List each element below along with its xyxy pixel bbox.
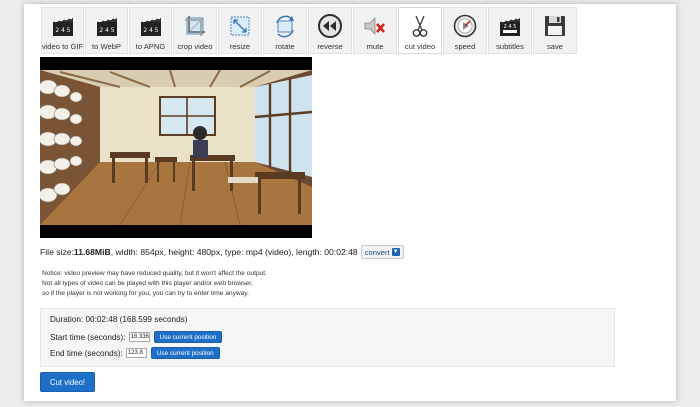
convert-button[interactable]: convert ▼ xyxy=(360,245,404,259)
player-notice: Notice: video preview may have reduced q… xyxy=(42,269,267,299)
tool-subtitles[interactable]: 2 4 5 subtitles xyxy=(488,7,532,54)
end-time-label: End time (seconds): xyxy=(50,348,123,358)
floppy-disk-icon xyxy=(545,16,565,36)
notice-line: so if the player is not working for you,… xyxy=(42,290,249,297)
svg-text:2 4 5: 2 4 5 xyxy=(55,27,70,34)
video-frame-scene xyxy=(40,69,312,226)
rewind-icon xyxy=(318,14,342,38)
tool-label: video to GIF xyxy=(41,42,84,51)
tool-label: save xyxy=(546,42,564,51)
start-time-label: Start time (seconds): xyxy=(50,332,126,342)
end-use-current-button[interactable]: Use current position xyxy=(150,347,220,359)
video-preview[interactable] xyxy=(40,57,312,238)
file-size-prefix: File size: xyxy=(40,247,74,257)
tool-label: crop video xyxy=(177,42,213,51)
crop-icon xyxy=(185,16,205,36)
tool-rotate[interactable]: rotate xyxy=(263,7,307,54)
tool-crop-video[interactable]: crop video xyxy=(173,7,217,54)
duration-text: Duration: 00:02:48 (168.599 seconds) xyxy=(50,315,188,324)
tool-label: rotate xyxy=(275,42,295,51)
duration-row: Duration: 00:02:48 (168.599 seconds) xyxy=(50,315,187,324)
tool-label: cut video xyxy=(404,42,436,51)
clapperboard-gif-icon: 2 4 5 xyxy=(52,17,73,36)
file-size-value: 11.68MiB xyxy=(73,247,111,257)
start-time-input[interactable]: 18.336 xyxy=(128,332,150,342)
notice-line: Not all types of video can be played wit… xyxy=(42,280,253,287)
tool-label: reverse xyxy=(317,42,343,51)
start-time-row: Start time (seconds): 18.336 Use current… xyxy=(50,331,223,343)
tool-video-to-gif[interactable]: 2 4 5 video to GIF xyxy=(41,7,84,54)
tool-label: resize xyxy=(229,42,251,51)
svg-text:2 4 5: 2 4 5 xyxy=(504,24,517,30)
mute-speaker-icon xyxy=(364,17,385,35)
tool-to-webp[interactable]: 2 4 5 to WebP xyxy=(85,7,128,54)
tool-speed[interactable]: speed xyxy=(443,7,487,54)
notice-line: Notice: video preview may have reduced q… xyxy=(42,270,267,277)
rotate-icon xyxy=(276,15,294,38)
tool-label: mute xyxy=(366,42,384,51)
tool-resize[interactable]: resize xyxy=(218,7,262,54)
clapperboard-apng-icon: 2 4 5 xyxy=(140,17,161,36)
tool-reverse[interactable]: reverse xyxy=(308,7,352,54)
tool-to-apng[interactable]: 2 4 5 to APNG xyxy=(129,7,172,54)
tool-label: subtitles xyxy=(496,42,524,51)
tool-label: to APNG xyxy=(135,42,166,51)
cut-options-panel: Duration: 00:02:48 (168.599 seconds) Sta… xyxy=(40,308,615,367)
end-time-input[interactable]: 123.8 xyxy=(125,348,147,358)
speedometer-icon xyxy=(453,14,477,38)
start-use-current-button[interactable]: Use current position xyxy=(153,331,223,343)
dropdown-arrow-icon: ▼ xyxy=(391,248,400,256)
clapperboard-webp-icon: 2 4 5 xyxy=(96,17,117,36)
subtitles-clapperboard-icon: 2 4 5 xyxy=(500,17,520,36)
tool-save[interactable]: save xyxy=(533,7,577,54)
end-time-row: End time (seconds): 123.8 Use current po… xyxy=(50,347,220,359)
convert-label: convert xyxy=(364,247,390,257)
tool-mute[interactable]: mute xyxy=(353,7,397,54)
svg-text:2 4 5: 2 4 5 xyxy=(99,27,114,34)
tool-label: speed xyxy=(454,42,476,51)
resize-icon xyxy=(230,16,250,36)
scissors-icon xyxy=(412,15,428,37)
file-details: , width: 854px, height: 480px, type: mp4… xyxy=(110,247,358,257)
tool-toolbar: 2 4 5 video to GIF 2 4 5 to WebP 2 4 5 t… xyxy=(41,7,578,54)
cut-video-submit-button[interactable]: Cut video! xyxy=(40,372,95,392)
svg-text:2 4 5: 2 4 5 xyxy=(143,27,158,34)
tool-cut-video[interactable]: cut video xyxy=(398,7,442,54)
file-info: File size: 11.68MiB , width: 854px, heig… xyxy=(40,245,404,259)
tool-label: to WebP xyxy=(92,42,121,51)
